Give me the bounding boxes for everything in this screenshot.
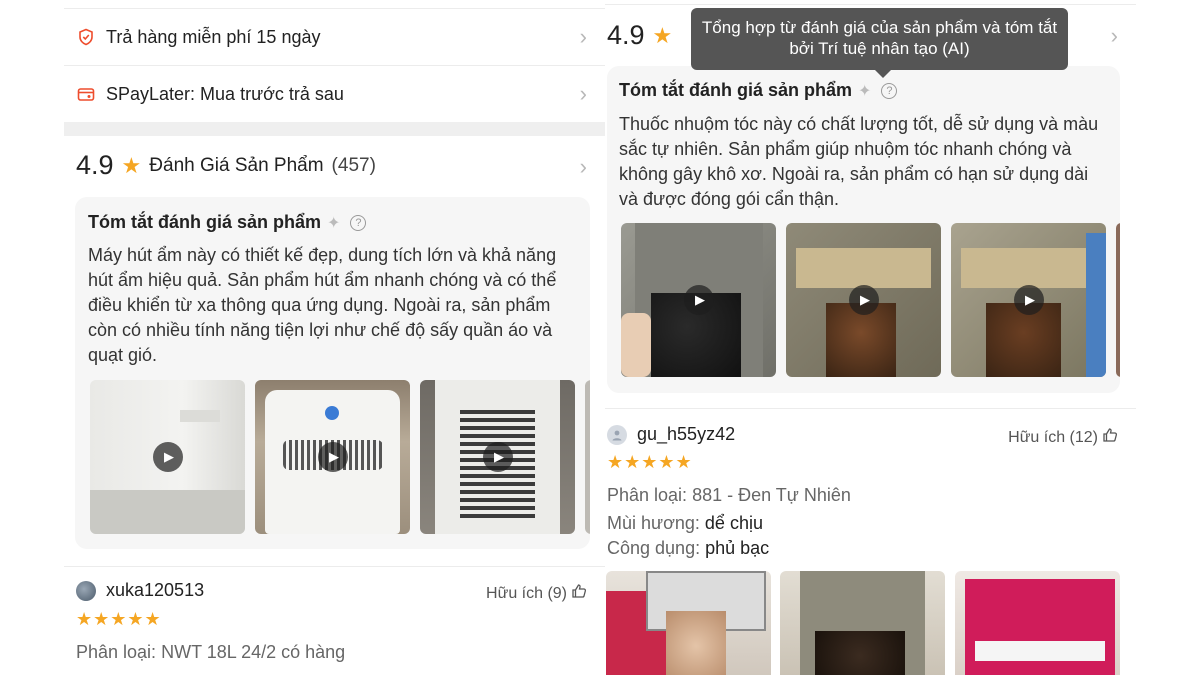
helpful-button[interactable]: Hữu ích (9) [486,583,587,604]
help-icon[interactable]: ? [881,82,898,99]
review-variant: Phân loại: NWT 18L 24/2 có hàng [76,642,346,662]
left-review-panel: Trả hàng miễn phí 15 ngày › SPayLater: M… [64,0,605,675]
play-icon: ▶ [482,442,513,472]
reviewer-username: xuka120513 [106,580,205,600]
avatar [607,424,627,445]
summary-text: Máy hút ẩm này có thiết kế đẹp, dung tíc… [88,245,557,365]
star-icon: ★ [121,152,142,178]
review-video-thumbnail[interactable]: ▶ [255,380,410,534]
rating-header[interactable]: 4.9 ★ Đánh Giá Sản Phẩm (457) [76,150,376,181]
thumbs-up-icon [1102,427,1118,448]
review-video-thumbnail[interactable] [585,380,590,534]
sparkle-icon: ✦ [858,82,872,100]
ai-summary-tooltip: Tổng hợp từ đánh giá của sản phẩm và tóm… [691,8,1068,78]
play-icon: ▶ [848,285,879,315]
review-video-thumbnail[interactable]: ▶ [621,223,776,377]
thumbs-up-icon [571,583,587,604]
divider [64,566,605,567]
review-photo[interactable] [955,571,1120,675]
reviewer-username: gu_h55yz42 [637,424,736,444]
play-icon: ▶ [317,442,348,472]
chevron-right-icon[interactable]: › [580,156,587,178]
summary-text: Thuốc nhuộm tóc này có chất lượng tốt, d… [619,114,1099,209]
spaylater-label: SPayLater: Mua trước trả sau [106,83,344,104]
help-icon[interactable]: ? [350,214,367,231]
reviewer[interactable]: xuka120513 [76,580,204,601]
rating-score: 4.9 [607,20,645,50]
helpful-button[interactable]: Hữu ích (12) [1008,427,1118,448]
free-return-row[interactable]: Trả hàng miễn phí 15 ngày › [64,9,605,65]
review-video-thumbnail[interactable] [1116,223,1120,377]
summary-title: Tóm tắt đánh giá sản phẩm ✦ ? [619,80,898,101]
avatar [76,580,96,601]
divider [605,4,1136,5]
review-summary-card: Tóm tắt đánh giá sản phẩm ✦ ? Thuốc nhuộ… [607,66,1120,393]
star-icon: ★ [652,22,673,48]
review-scent: Mùi hương: dể chịu [607,513,763,533]
reviewer[interactable]: gu_h55yz42 [607,424,735,445]
review-stars: ★★★★★ [76,609,162,629]
section-gap [64,122,605,136]
review-video-thumbnail[interactable]: ▶ [786,223,941,377]
chevron-right-icon[interactable]: › [1111,25,1118,47]
sparkle-icon: ✦ [327,214,341,232]
review-video-thumbnail[interactable]: ▶ [90,380,245,534]
divider [605,408,1136,409]
summary-title: Tóm tắt đánh giá sản phẩm ✦ ? [88,212,367,233]
rating-title: Đánh Giá Sản Phẩm [149,154,324,176]
play-icon: ▶ [683,285,714,315]
right-review-panel: 4.9 ★ › Tóm tắt đánh giá sản phẩm ✦ ? Th… [605,0,1136,675]
shield-return-icon [76,27,96,47]
review-summary-card: Tóm tắt đánh giá sản phẩm ✦ ? Máy hút ẩm… [75,197,590,549]
review-usage: Công dụng: phủ bạc [607,538,770,558]
review-variant: Phân loại: 881 - Đen Tự Nhiên [607,485,851,505]
play-icon: ▶ [1013,285,1044,315]
rating-count: (457) [331,154,376,176]
chevron-right-icon: › [579,81,587,106]
rating-header[interactable]: 4.9 ★ [607,20,680,51]
free-return-label: Trả hàng miễn phí 15 ngày [106,26,321,47]
spaylater-row[interactable]: SPayLater: Mua trước trả sau › [64,66,605,122]
review-photo[interactable] [606,571,771,675]
chevron-right-icon: › [579,24,587,49]
review-stars: ★★★★★ [607,452,693,472]
review-photo[interactable] [780,571,945,675]
rating-score: 4.9 [76,150,114,180]
review-video-thumbnail[interactable]: ▶ [951,223,1106,377]
spaylater-icon [76,84,96,104]
review-video-thumbnail[interactable]: ▶ [420,380,575,534]
play-icon: ▶ [152,442,183,472]
